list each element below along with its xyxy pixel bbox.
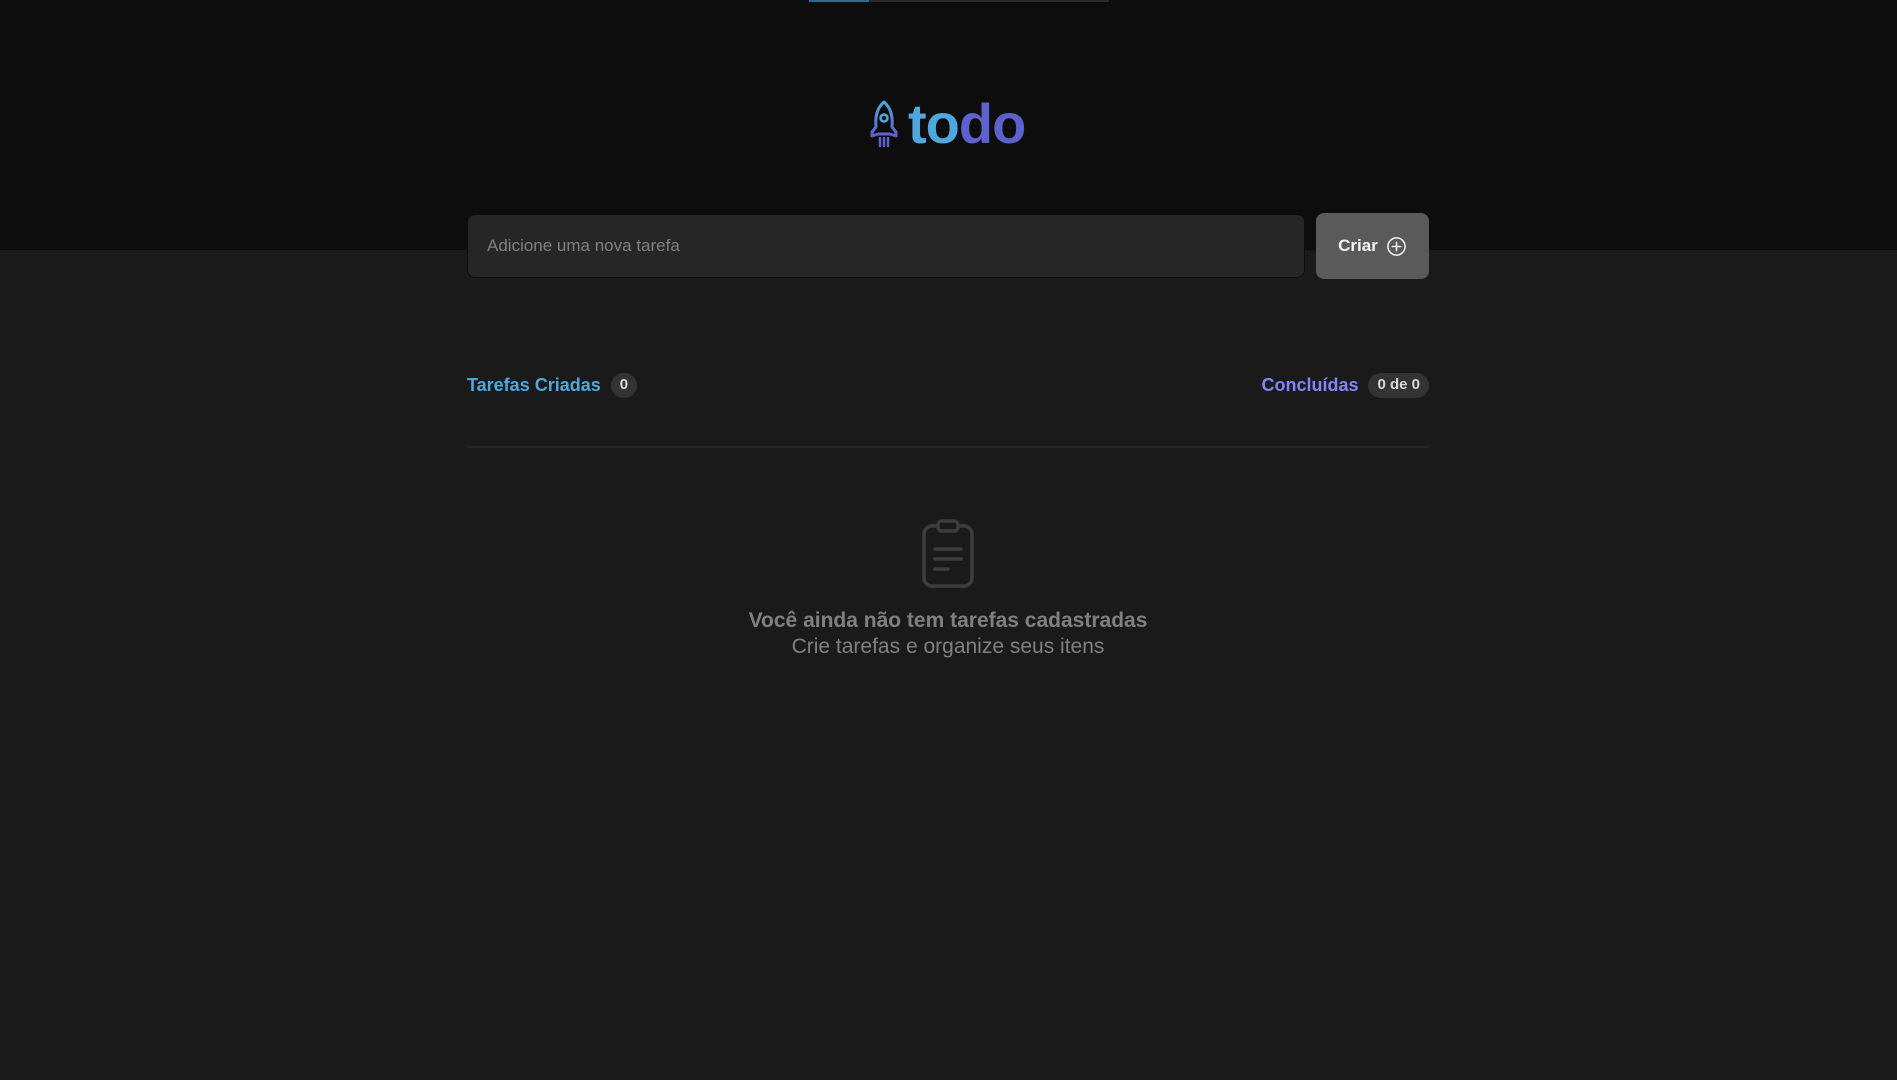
- app-logo: todo: [866, 96, 1026, 152]
- clipboard-icon: [922, 519, 974, 588]
- top-progress-indicator-active: [809, 0, 869, 2]
- done-tasks-label: Concluídas: [1261, 374, 1359, 395]
- logo-text-part2: do: [958, 92, 1026, 155]
- new-task-input[interactable]: [467, 214, 1305, 278]
- created-tasks-counter: Tarefas Criadas 0: [467, 373, 638, 398]
- done-tasks-counter: Concluídas 0 de 0: [1261, 373, 1429, 398]
- rocket-icon: [870, 100, 898, 148]
- logo-text-part1: to: [908, 92, 960, 155]
- create-button-label: Criar: [1338, 236, 1378, 255]
- logo-text: todo: [908, 96, 1026, 152]
- task-counters: Tarefas Criadas 0 Concluídas 0 de 0: [467, 373, 1429, 403]
- top-progress-indicator: [809, 0, 1109, 2]
- plus-circle-icon: [1386, 236, 1406, 256]
- create-task-button[interactable]: Criar: [1316, 213, 1429, 279]
- add-task-form: Criar: [467, 213, 1429, 279]
- created-tasks-badge: 0: [610, 373, 638, 398]
- empty-state-subtitle: Crie tarefas e organize seus itens: [791, 635, 1105, 658]
- created-tasks-label: Tarefas Criadas: [467, 374, 601, 395]
- done-tasks-badge: 0 de 0: [1368, 373, 1429, 398]
- empty-state-title: Você ainda não tem tarefas cadastradas: [748, 609, 1148, 632]
- empty-state: Você ainda não tem tarefas cadastradas C…: [467, 518, 1429, 660]
- list-divider: [467, 446, 1429, 448]
